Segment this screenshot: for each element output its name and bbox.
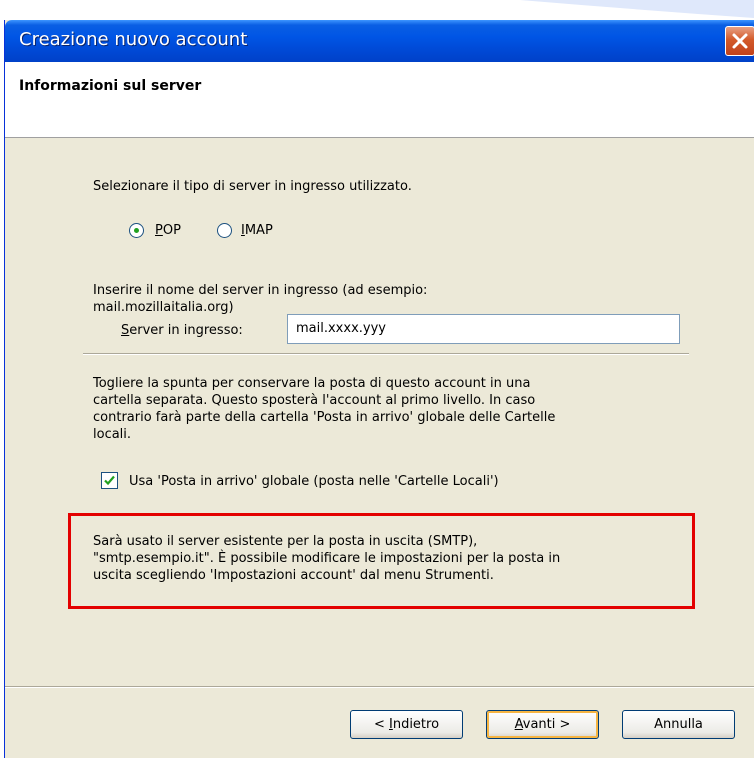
new-account-dialog: Creazione nuovo account Informazioni sul… [4, 20, 754, 758]
global-inbox-checkbox-label[interactable]: Usa 'Posta in arrivo' globale (posta nel… [129, 473, 499, 490]
incoming-server-label: Server in ingresso: [121, 322, 243, 339]
global-inbox-text-line3: contrario farà parte della cartella 'Pos… [93, 410, 556, 425]
title-bar[interactable]: Creazione nuovo account [5, 20, 754, 62]
radio-selected-dot [134, 228, 139, 233]
close-icon [732, 33, 748, 49]
global-inbox-text-line2: cartella separata. Questo sposterà l'acc… [93, 393, 536, 408]
back-button[interactable]: < Indietro [350, 710, 463, 739]
incoming-server-input[interactable]: mail.xxxx.yyy [287, 314, 680, 344]
imap-radio-label[interactable]: IMAP [241, 222, 273, 239]
smtp-note-line1: Sarà usato il server esistente per la po… [93, 534, 478, 549]
close-button[interactable] [725, 26, 754, 56]
next-button[interactable]: Avanti > [486, 710, 599, 739]
footer-divider [5, 686, 754, 688]
server-type-prompt: Selezionare il tipo di server in ingress… [93, 179, 412, 194]
window-title: Creazione nuovo account [19, 29, 248, 50]
section-divider [83, 353, 689, 355]
incoming-instructions-line1: Inserire il nome del server in ingresso … [93, 283, 428, 298]
page-title: Informazioni sul server [19, 78, 202, 94]
pop-radio[interactable] [129, 223, 144, 238]
incoming-instructions-line2: mail.mozillaitalia.org) [93, 300, 234, 315]
imap-label-rest: MAP [244, 223, 273, 238]
checkmark-icon [104, 475, 115, 486]
smtp-note-line3: uscita scegliendo 'Impostazioni account'… [93, 568, 494, 583]
global-inbox-text-line4: locali. [93, 427, 132, 442]
pop-access-key: P [155, 223, 163, 238]
incoming-label-rest: erver in ingresso: [129, 323, 243, 338]
smtp-note-line2: "smtp.esempio.it". È possibile modificar… [93, 551, 561, 566]
back-button-rest: ndietro [392, 717, 440, 732]
pop-radio-label[interactable]: POP [155, 222, 181, 239]
imap-radio[interactable] [217, 223, 232, 238]
cancel-button[interactable]: Annulla [622, 710, 735, 739]
back-button-prefix: < [373, 717, 389, 732]
pop-label-rest: OP [162, 223, 181, 238]
next-access-key: A [514, 717, 523, 732]
wizard-header: Informazioni sul server [5, 62, 754, 138]
global-inbox-text-line1: Togliere la spunta per conservare la pos… [93, 376, 531, 391]
next-button-rest: vanti > [522, 717, 571, 732]
global-inbox-checkbox[interactable] [101, 472, 118, 489]
